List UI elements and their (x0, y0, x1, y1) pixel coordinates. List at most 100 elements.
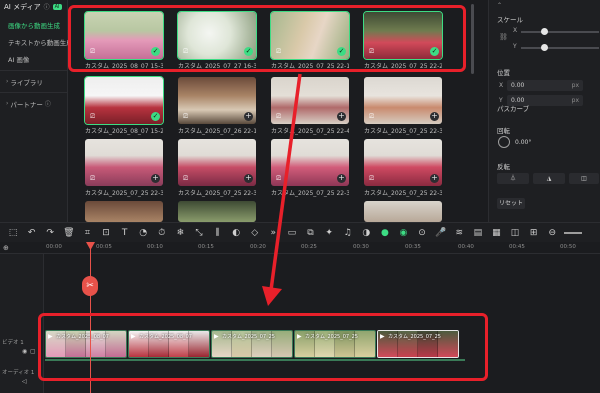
voice-icon[interactable]: ≋ (452, 226, 466, 240)
flip-vertical-button[interactable]: ⏃ (497, 173, 529, 184)
add-to-timeline-icon[interactable]: + (337, 174, 346, 183)
keyframe-icon[interactable]: ◇ (248, 226, 262, 240)
delete-icon[interactable]: 🗑 (62, 226, 76, 240)
media-card[interactable]: ⎚ + カスタム_2025_07_25 22-42-27 (271, 77, 349, 135)
speed-icon[interactable]: ◔ (136, 226, 150, 240)
audio-track-waveform[interactable] (45, 359, 465, 361)
audio-icon[interactable]: ♫ (341, 226, 355, 240)
media-card[interactable]: ⎚ ✓ カスタム_2025_07_27 16-31-12 (177, 11, 257, 70)
trim-icon[interactable]: ⊡ (99, 226, 113, 240)
link-icon[interactable]: ⛓ (499, 33, 508, 41)
scale-x-slider[interactable] (521, 28, 599, 35)
media-thumbnail[interactable] (85, 201, 163, 222)
scene-icon[interactable]: ⧉ (304, 226, 318, 240)
crop-icon[interactable]: ⌗ (80, 226, 94, 240)
scale-y-slider[interactable] (521, 44, 599, 51)
position-x-field[interactable]: 0.00 px (507, 80, 583, 91)
media-card[interactable]: ⎚ + カスタム_2025_07_25 22-36-42 (364, 139, 442, 197)
added-check-icon[interactable]: ✓ (337, 47, 346, 56)
scissors-icon[interactable]: ✂ (82, 276, 98, 296)
slider-knob[interactable] (541, 28, 548, 35)
speaker-icon[interactable]: ◁ (22, 378, 27, 385)
media-thumbnail[interactable]: ⎚ + (271, 77, 349, 124)
smart-icon[interactable]: ● (378, 226, 392, 240)
media-thumbnail[interactable]: ⎚ ✓ (270, 11, 350, 60)
slider-knob[interactable] (541, 44, 548, 51)
sidebar-item-partner[interactable]: › パートナー ⓘ (0, 96, 67, 111)
timer-icon[interactable]: ⏱ (155, 226, 169, 240)
motion-icon[interactable]: ✦ (322, 226, 336, 240)
sidebar-item-ai-image[interactable]: AI 画像 (0, 50, 67, 67)
multicam-icon[interactable]: ⊞ (527, 226, 541, 240)
media-thumbnail[interactable]: ⎚ + (85, 139, 163, 186)
sidebar-item-library[interactable]: › ライブラリ (0, 74, 67, 89)
media-card[interactable]: ⎚ ✓ カスタム_2025_08_07 15-32-20 (84, 11, 164, 70)
eye-icon[interactable]: ◉ (22, 348, 27, 355)
media-thumbnail[interactable]: ⎚ + (364, 139, 442, 186)
added-check-icon[interactable]: ✓ (151, 112, 160, 121)
add-to-timeline-icon[interactable]: + (430, 174, 439, 183)
timeline-clip[interactable]: ▶ カスタム_2025_08_07 (45, 330, 127, 358)
flip-horizontal-button[interactable]: ◮ (533, 173, 565, 184)
caption-icon[interactable]: ▦ (489, 226, 503, 240)
media-card[interactable]: ⎚ + カスタム_2025_07_25 22-37-56 (178, 139, 256, 197)
add-to-timeline-icon[interactable]: + (430, 112, 439, 121)
media-thumbnail[interactable]: ⎚ ✓ (363, 11, 443, 60)
media-scrollbar[interactable] (471, 4, 474, 74)
record-icon[interactable]: ⊙ (415, 226, 429, 240)
media-card[interactable]: ⎚ + カスタム_2025_07_25 22-39-23 (364, 77, 442, 135)
add-track-icon[interactable]: ⊕ (3, 244, 9, 252)
media-thumbnail[interactable]: ⎚ + (271, 139, 349, 186)
zoom-slider[interactable] (563, 231, 582, 234)
timeline-clip[interactable]: ▶ カスタム_2025_07_25 (294, 330, 376, 358)
clip-icon[interactable]: ▭ (285, 226, 299, 240)
color-icon[interactable]: ◐ (229, 226, 243, 240)
media-card[interactable]: ⎚ + カスタム_2025_07_26 22-16-28 (178, 77, 256, 135)
media-thumbnail[interactable]: ⎚ ✓ (177, 11, 257, 60)
rotation-dial-icon[interactable] (498, 136, 510, 148)
media-thumbnail[interactable]: ⎚ ✓ (84, 76, 164, 125)
add-to-timeline-icon[interactable]: + (151, 174, 160, 183)
playhead-line[interactable] (90, 242, 91, 393)
add-to-timeline-icon[interactable]: + (244, 174, 253, 183)
added-check-icon[interactable]: ✓ (244, 47, 253, 56)
sidebar-item-image-to-video[interactable]: 画像から動画生成 (0, 16, 67, 33)
media-thumbnail[interactable]: ⎚ + (178, 77, 256, 124)
subtitle-icon[interactable]: ▤ (471, 226, 485, 240)
lock-icon[interactable]: ▢ (30, 348, 36, 355)
media-card[interactable]: ⎚ ✓ カスタム_2025_08_07 15-26-36 (84, 76, 164, 135)
media-card[interactable]: ⎚ + カスタム_2025_07_25 22-37-18 (271, 139, 349, 197)
transform-icon[interactable]: ⤡ (192, 226, 206, 240)
rotation-value[interactable]: 0.00° (515, 139, 531, 146)
sidebar-item-text-to-video[interactable]: テキストから動画生成 (0, 33, 73, 50)
undo-icon[interactable]: ↶ (25, 226, 39, 240)
redo-icon[interactable]: ↷ (43, 226, 57, 240)
select-icon[interactable]: ⬚ (6, 226, 20, 240)
media-thumbnail[interactable]: ⎚ + (364, 77, 442, 124)
flip-extra-button[interactable]: ◫ (569, 173, 599, 184)
mic-icon[interactable]: 🎤 (434, 226, 448, 240)
media-thumbnail[interactable] (364, 201, 442, 222)
media-thumbnail[interactable]: ⎚ + (178, 139, 256, 186)
mask-icon[interactable]: ◑ (359, 226, 373, 240)
added-check-icon[interactable]: ✓ (430, 47, 439, 56)
media-card[interactable] (178, 201, 256, 222)
timeline-clip[interactable]: ▶ カスタム_2025_08_07 (128, 330, 210, 358)
more-icon[interactable]: » (266, 226, 280, 240)
add-to-timeline-icon[interactable]: + (337, 112, 346, 121)
text-icon[interactable]: T (118, 226, 132, 240)
timeline-clip[interactable]: ▶ カスタム_2025_07_25 (211, 330, 293, 358)
media-card[interactable]: ⎚ + カスタム_2025_07_25 22-38-18 (85, 139, 163, 197)
media-card[interactable]: ⎚ ✓ カスタム_2025_07_25 22-16-02 (270, 11, 350, 70)
split-icon[interactable]: ⫼ (211, 226, 225, 240)
freeze-icon[interactable]: ❄ (173, 226, 187, 240)
timeline-clip[interactable]: ▶ カスタム_2025_07_25 (377, 330, 459, 358)
sidebar-header[interactable]: AI メディア ⓘ AI (0, 0, 67, 13)
snapshot-icon[interactable]: ◫ (508, 226, 522, 240)
media-card[interactable] (85, 201, 163, 222)
added-check-icon[interactable]: ✓ (151, 47, 160, 56)
reset-button[interactable]: リセット (497, 198, 525, 209)
media-card[interactable]: ⎚ ✓ カスタム_2025_07_25 22-24-30 (363, 11, 443, 70)
ai-icon[interactable]: ◉ (396, 226, 410, 240)
media-card[interactable] (364, 201, 442, 222)
